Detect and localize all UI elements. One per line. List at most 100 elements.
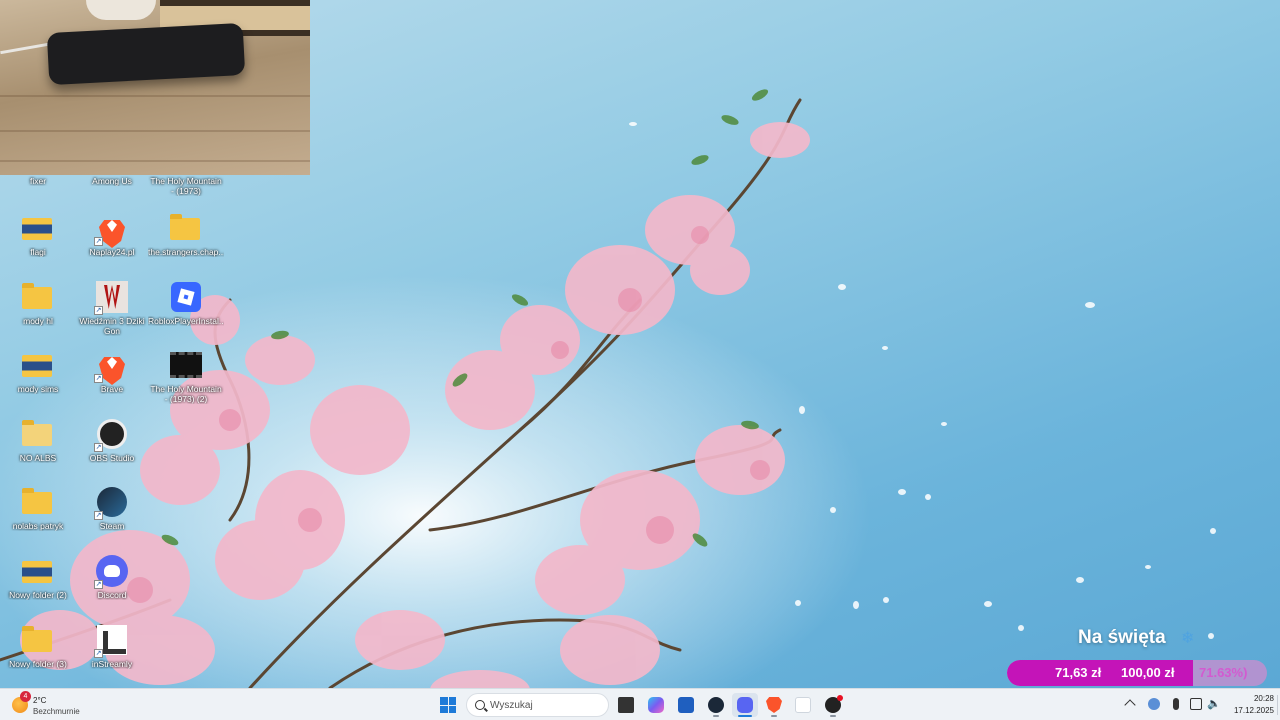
- donation-goal-target: 100,00 zł: [1121, 665, 1175, 680]
- shortcut-arrow-icon: ↗: [94, 306, 103, 315]
- shortcut-arrow-icon: ↗: [94, 649, 103, 658]
- desktop-icon-brave[interactable]: ↗ Brave: [74, 345, 150, 411]
- display-icon[interactable]: [1190, 698, 1202, 710]
- taskbar-store[interactable]: [673, 693, 699, 717]
- folder-icon: [22, 218, 52, 240]
- desktop-icon-holy-mountain-2[interactable]: The Holy Mountain - (1973) (2): [148, 345, 224, 411]
- folder-icon: [22, 488, 52, 514]
- copilot-icon: [648, 697, 664, 713]
- desktop-icon-label: Naplay24.pl: [89, 247, 135, 257]
- desktop-icon-roblox-installer[interactable]: RobloxPlayerInstal...: [148, 277, 224, 343]
- search-icon: [475, 700, 485, 710]
- folder-icon: [22, 626, 52, 652]
- taskbar-notepad[interactable]: [790, 693, 816, 717]
- chevron-up-icon[interactable]: [1124, 699, 1136, 711]
- donation-goal-title: Na święta: [1078, 627, 1166, 648]
- windows-logo-tile: [448, 705, 456, 713]
- taskbar-obs[interactable]: [820, 693, 846, 717]
- shortcut-arrow-icon: ↗: [94, 511, 103, 520]
- taskbar: 4 2°C Bezchmurnie Wyszukaj 🔈 20:28 17.12…: [0, 688, 1280, 720]
- taskbar-brave[interactable]: [761, 693, 787, 717]
- desktop-icon-label: NO ALBS: [19, 453, 57, 463]
- desktop-icon-label: Among Us: [92, 176, 132, 186]
- folder-icon: [22, 283, 52, 309]
- desktop-icon-instreamly[interactable]: ↗ inStreamly: [74, 620, 150, 686]
- desktop-icon-naplay24[interactable]: ↗ Naplay24.pl: [74, 208, 150, 274]
- webcam-mug: [86, 0, 156, 20]
- weather-widget[interactable]: 4 2°C Bezchmurnie: [10, 691, 130, 717]
- running-indicator: [830, 715, 836, 717]
- shortcut-arrow-icon: ↗: [94, 374, 103, 383]
- desktop-icon-strangers[interactable]: the.strangers.chap...: [148, 208, 224, 274]
- desktop-icon-label: inStreamly: [91, 659, 133, 669]
- desktop-icon-label: Brave: [100, 384, 124, 394]
- desktop-icon-label: fixer: [29, 176, 47, 186]
- webcam-plank-line: [0, 130, 310, 132]
- desktop-icon-label: Discord: [97, 590, 127, 600]
- folder-icon: [22, 420, 52, 446]
- desktop-icon-label: nolabs patryk: [12, 521, 64, 531]
- desktop-icon-mody-sims[interactable]: mody sims: [0, 345, 76, 411]
- desktop-icon-label: Wiedźmin 3 Dziki Gon: [79, 316, 145, 336]
- store-icon: [678, 697, 694, 713]
- desktop-icon-mody-hl[interactable]: mody hl: [0, 277, 76, 343]
- notepad-icon: [795, 697, 811, 713]
- taskbar-search[interactable]: Wyszukaj: [466, 693, 609, 717]
- desktop-icon-no-albs[interactable]: NO ALBS: [0, 414, 76, 480]
- show-desktop-button[interactable]: [1277, 695, 1278, 715]
- folder-icon: [22, 561, 52, 583]
- desktop-icon-label: Nowy folder (2): [9, 590, 67, 600]
- desktop-icon-steam[interactable]: ↗ Steam: [74, 482, 150, 548]
- steam-icon: [708, 697, 724, 713]
- taskbar-steam[interactable]: [703, 693, 729, 717]
- donation-goal-bar: 71,63 zł 100,00 zł 71.63%): [1007, 660, 1267, 686]
- desktop-icon-among-us[interactable]: Among Us: [74, 148, 150, 214]
- desktop-icon-discord[interactable]: ↗ Discord: [74, 551, 150, 617]
- desktop-icon-witcher3[interactable]: ↗ Wiedźmin 3 Dziki Gon: [74, 277, 150, 343]
- desktop-icon-fixer[interactable]: fixer: [0, 148, 76, 214]
- desktop-icon-label: Steam: [99, 521, 125, 531]
- roblox-icon: [171, 282, 201, 312]
- taskbar-clock[interactable]: 20:28 17.12.2025: [1222, 693, 1274, 717]
- desktop-icon-flagi[interactable]: flagi: [0, 208, 76, 274]
- task-view-icon: [618, 697, 634, 713]
- desktop-icon-obs[interactable]: ↗ OBS Studio: [74, 414, 150, 480]
- search-placeholder: Wyszukaj: [490, 700, 533, 711]
- donation-goal-current: 71,63 zł: [1055, 665, 1102, 680]
- webcam-plank-line: [0, 95, 310, 97]
- clock-time: 20:28: [1253, 694, 1274, 703]
- desktop-icon-label: OBS Studio: [89, 453, 135, 463]
- shortcut-arrow-icon: ↗: [94, 237, 103, 246]
- desktop-icon-nolabs-patryk[interactable]: nolabs patryk: [0, 482, 76, 548]
- weather-description: Bezchmurnie: [33, 707, 80, 716]
- donation-goal-percent: 71.63%): [1199, 665, 1248, 680]
- desktop-icon-label: The Holy Mountain - (1973) (2): [150, 384, 222, 404]
- shortcut-arrow-icon: ↗: [94, 580, 103, 589]
- folder-icon: [170, 214, 200, 240]
- windows-logo-tile: [440, 697, 448, 705]
- desktop-icon-nowy-folder-3[interactable]: Nowy folder (3): [0, 620, 76, 686]
- desktop-icon-holy-mountain[interactable]: The Holy Mountain - (1973): [148, 148, 224, 214]
- desktop-icon-label: the.strangers.chap...: [148, 247, 224, 257]
- clock-date: 17.12.2025: [1233, 706, 1274, 715]
- taskbar-task-view[interactable]: [613, 693, 639, 717]
- folder-icon: [22, 355, 52, 377]
- running-indicator: [713, 715, 719, 717]
- desktop-icon-label: RobloxPlayerInstal...: [148, 316, 224, 326]
- windows-logo-tile: [448, 697, 456, 705]
- network-shield-icon[interactable]: [1148, 698, 1160, 710]
- taskbar-discord[interactable]: [732, 693, 758, 717]
- weather-temperature: 2°C: [33, 696, 47, 705]
- start-button[interactable]: [440, 697, 456, 713]
- desktop-icon-label: mody hl: [23, 316, 53, 326]
- desktop-icon-nowy-folder-2[interactable]: Nowy folder (2): [0, 551, 76, 617]
- recording-dot-icon: [837, 695, 843, 701]
- volume-icon[interactable]: 🔈: [1207, 698, 1221, 710]
- weather-badge: 4: [20, 691, 31, 702]
- running-indicator: [738, 715, 752, 717]
- desktop-icon-label: mody sims: [17, 384, 59, 394]
- desktop-icon-label: flagi: [30, 247, 46, 257]
- microphone-icon[interactable]: [1173, 698, 1179, 710]
- running-indicator: [771, 715, 777, 717]
- taskbar-copilot[interactable]: [643, 693, 669, 717]
